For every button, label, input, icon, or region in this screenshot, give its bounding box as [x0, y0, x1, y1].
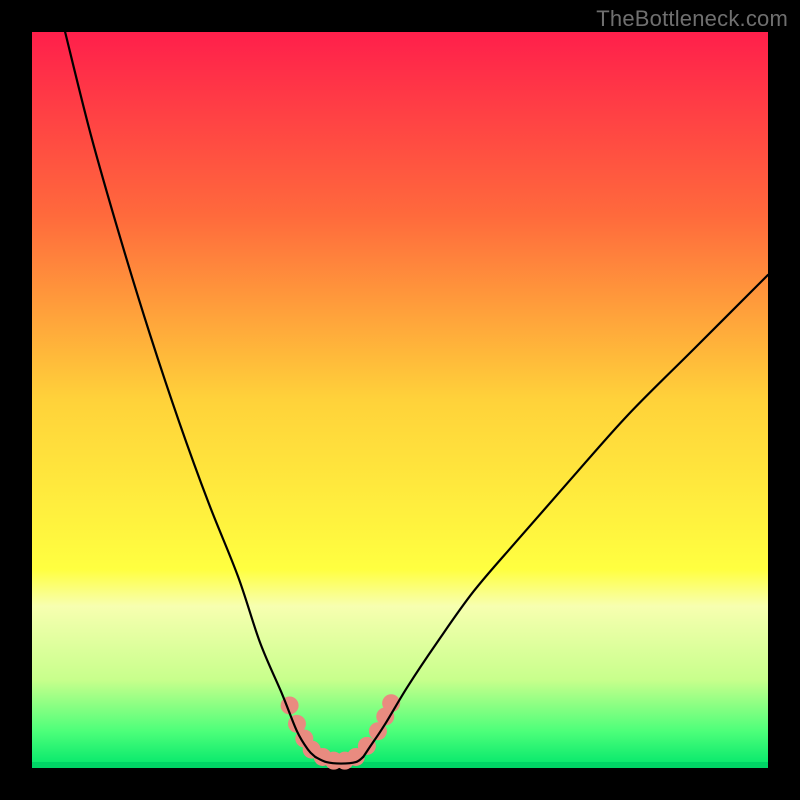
- baseline-strip: [32, 762, 768, 768]
- chart-container: TheBottleneck.com: [0, 0, 800, 800]
- chart-plot: [0, 0, 800, 800]
- plot-background: [32, 32, 768, 768]
- watermark-text: TheBottleneck.com: [596, 6, 788, 32]
